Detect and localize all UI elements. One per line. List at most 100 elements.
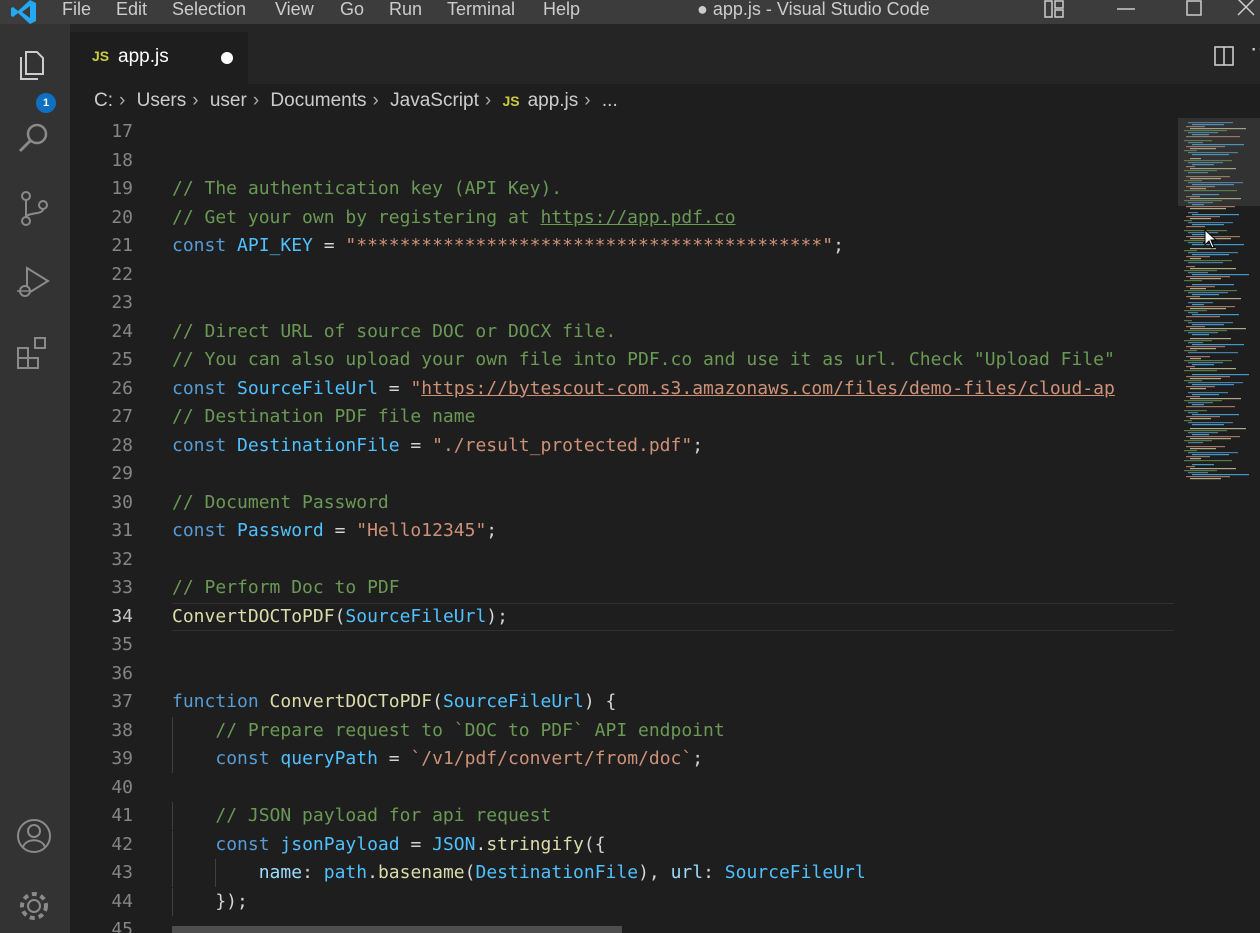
menu-help[interactable]: Help	[543, 0, 580, 21]
code-line[interactable]: 19 // The authentication key (API Key).	[70, 175, 1178, 203]
code-line[interactable]: 36	[70, 660, 1178, 688]
minimap-line	[1184, 450, 1197, 452]
code-line[interactable]: 22	[70, 261, 1178, 289]
code-line[interactable]: 34 ConvertDOCToPDF(SourceFileUrl);	[70, 603, 1178, 631]
code-line[interactable]: 32	[70, 546, 1178, 574]
code-line[interactable]: 23	[70, 289, 1178, 317]
code-text: // Document Password	[172, 491, 389, 513]
settings-gear-icon[interactable]	[14, 886, 54, 926]
code-line[interactable]: 37 function ConvertDOCToPDF(SourceFileUrl…	[70, 688, 1178, 716]
minimap[interactable]	[1178, 118, 1260, 933]
breadcrumb-users[interactable]: Users	[137, 88, 187, 114]
code-line[interactable]: 20 // Get your own by registering at http…	[70, 204, 1178, 232]
minimap-line	[1190, 368, 1236, 370]
close-icon[interactable]	[1234, 0, 1258, 21]
breadcrumb-user[interactable]: user	[210, 88, 247, 114]
line-number: 24	[111, 320, 133, 342]
breadcrumb-documents[interactable]: Documents	[270, 88, 366, 114]
minimap-slider[interactable]	[1178, 118, 1260, 206]
menu-file[interactable]: File	[62, 0, 91, 21]
minimap-line	[1184, 320, 1192, 322]
minimize-icon[interactable]	[1114, 0, 1138, 21]
code-line[interactable]: 31 const Password = "Hello12345";	[70, 517, 1178, 545]
code-line[interactable]: 42 const jsonPayload = JSON.stringify({	[70, 830, 1178, 859]
minimap-line	[1190, 268, 1236, 270]
code-line[interactable]: 38 // Prepare request to `DOC to PDF` AP…	[70, 716, 1178, 745]
code-line[interactable]: 30 // Document Password	[70, 489, 1178, 517]
minimap-line	[1190, 208, 1226, 210]
code-text: const queryPath = `/v1/pdf/convert/from/…	[215, 748, 704, 769]
menu-terminal[interactable]: Terminal	[447, 0, 515, 21]
minimap-line	[1188, 452, 1238, 454]
minimap-line	[1186, 406, 1235, 408]
menu-view[interactable]: View	[275, 0, 314, 21]
minimap-line	[1186, 226, 1205, 228]
minimap-line	[1192, 254, 1229, 256]
minimap-line	[1188, 472, 1208, 474]
minimap-line	[1186, 326, 1205, 328]
menu-selection[interactable]: Selection	[172, 0, 246, 21]
minimap-line	[1188, 342, 1203, 344]
breadcrumb-javascript[interactable]: JavaScript	[390, 88, 479, 114]
code-line[interactable]: 18	[70, 147, 1178, 175]
code-editor[interactable]: 17 18 19 // The authentication key (API Key…	[70, 118, 1178, 933]
code-line[interactable]: 28 const DestinationFile = "./result_prot…	[70, 432, 1178, 460]
minimap-line	[1192, 374, 1249, 376]
minimap-line	[1184, 380, 1202, 382]
tab-bar: JS app.js ⋯	[70, 24, 1260, 84]
breadcrumb-symbol[interactable]: ...	[602, 88, 618, 114]
tab-label: app.js	[118, 46, 169, 67]
more-actions-icon[interactable]: ⋯	[1250, 36, 1260, 62]
menu-run[interactable]: Run	[389, 0, 422, 21]
customize-layout-icon[interactable]	[1042, 0, 1066, 21]
horizontal-scrollbar[interactable]	[172, 926, 622, 933]
minimap-line	[1190, 438, 1231, 440]
menu-go[interactable]: Go	[340, 0, 364, 21]
code-line[interactable]: 24 // Direct URL of source DOC or DOCX fi…	[70, 318, 1178, 346]
breadcrumb-drive[interactable]: C:	[94, 88, 113, 114]
code-line[interactable]: 39 const queryPath = `/v1/pdf/convert/fr…	[70, 745, 1178, 773]
code-line[interactable]: 21 const API_KEY = "*********************…	[70, 232, 1178, 260]
minimap-line	[1186, 456, 1210, 458]
unsaved-changes-dot-icon[interactable]	[221, 52, 233, 64]
line-number: 28	[111, 434, 133, 456]
code-line[interactable]: 35	[70, 631, 1178, 659]
minimap-line	[1190, 428, 1246, 430]
code-line[interactable]: 29	[70, 460, 1178, 488]
minimap-line	[1184, 420, 1192, 422]
vscode-logo-icon	[11, 0, 36, 24]
breadcrumb-file[interactable]: app.js	[528, 88, 579, 114]
minimap-line	[1192, 474, 1249, 476]
code-line[interactable]: 17	[70, 118, 1178, 146]
tab-app-js[interactable]: JS app.js	[70, 32, 248, 84]
code-line[interactable]: 33 // Perform Doc to PDF	[70, 574, 1178, 602]
line-number: 30	[111, 491, 133, 513]
code-text: ConvertDOCToPDF(SourceFileUrl);	[172, 605, 508, 627]
code-line[interactable]: 41 // JSON payload for api request	[70, 802, 1178, 830]
minimap-line	[1186, 286, 1215, 288]
source-control-icon[interactable]	[14, 188, 54, 228]
split-editor-icon[interactable]	[1212, 44, 1236, 68]
search-icon[interactable]	[14, 118, 54, 158]
minimap-line	[1190, 328, 1246, 330]
code-line[interactable]: 26 const SourceFileUrl = "https://bytesco…	[70, 375, 1178, 403]
code-line[interactable]: 44 });	[70, 887, 1178, 916]
minimap-line	[1188, 432, 1218, 434]
maximize-icon[interactable]	[1182, 0, 1206, 21]
code-line[interactable]: 25 // You can also upload your own file i…	[70, 346, 1178, 374]
minimap-line	[1188, 312, 1198, 314]
account-icon[interactable]	[14, 816, 54, 856]
line-number: 40	[111, 776, 133, 798]
code-line[interactable]: 43 name: path.basename(DestinationFile),…	[70, 859, 1178, 887]
run-debug-icon[interactable]	[14, 262, 54, 302]
menu-edit[interactable]: Edit	[116, 0, 147, 21]
code-line[interactable]: 40	[70, 774, 1178, 802]
chevron-right-icon: ›	[252, 90, 260, 111]
minimap-line	[1188, 402, 1213, 404]
files-icon[interactable]	[14, 44, 54, 84]
minimap-line	[1192, 394, 1219, 396]
minimap-line	[1186, 386, 1215, 388]
minimap-line	[1190, 458, 1201, 460]
code-line[interactable]: 27 // Destination PDF file name	[70, 403, 1178, 431]
extensions-icon[interactable]	[14, 334, 54, 374]
